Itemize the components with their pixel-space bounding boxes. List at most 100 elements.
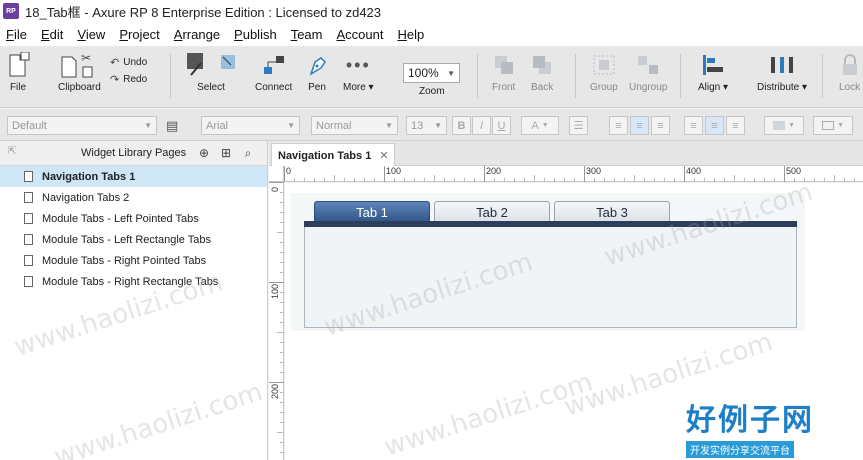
connect-button[interactable]: Connect [255,50,292,93]
font-weight-select[interactable]: Normal ▼ [311,116,398,135]
undo-button[interactable]: ↶ Undo [110,54,147,71]
align-text-center-button[interactable]: ≡ [630,116,649,135]
menu-view[interactable]: View [75,25,107,44]
tab-2[interactable]: Tab 2 [434,201,550,222]
window-title: 18_Tab框 - Axure RP 8 Enterprise Edition … [25,4,382,20]
close-icon[interactable]: ✕ [379,149,388,162]
font-size-select[interactable]: 13 ▼ [406,116,447,135]
front-button[interactable]: Front [492,50,515,93]
search-icon[interactable]: ⌕ [241,146,255,161]
more-button[interactable]: ••• More ▾ [343,50,374,94]
undo-redo-group: ↶ Undo ↷ Redo [110,54,147,88]
page-item-left-pointed-tabs[interactable]: Module Tabs - Left Pointed Tabs [0,208,267,229]
file-button[interactable]: File [6,50,30,93]
valign-bottom-button[interactable]: ≡ [726,116,745,135]
ruler-label: 0 [270,186,280,192]
add-folder-icon[interactable]: ⊞ [219,146,233,161]
ruler-ticks [269,182,284,453]
text-align-left-icon: ≡ [615,119,622,132]
toolbar-separator [680,54,681,98]
menu-team[interactable]: Team [289,25,325,44]
vertical-ruler: 0 100 200 [269,182,284,460]
select-button[interactable]: Select [185,50,237,93]
ungroup-icon [636,50,660,80]
border-color-button[interactable]: ▼ [813,116,853,135]
font-select[interactable]: Arial ▼ [201,116,300,135]
connect-icon [262,50,286,80]
menu-account[interactable]: Account [334,25,385,44]
menu-help[interactable]: Help [395,25,426,44]
text-align-center-icon: ≡ [636,119,643,132]
valign-bottom-icon: ≡ [732,119,739,132]
tab-content-panel[interactable] [304,227,797,328]
menu-edit[interactable]: Edit [39,25,65,44]
page-item-left-rectangle-tabs[interactable]: Module Tabs - Left Rectangle Tabs [0,229,267,250]
undo-icon: ↶ [110,57,120,69]
clipboard-button[interactable]: ✂ Clipboard [58,50,101,93]
page-icon [24,171,33,182]
page-icon [24,255,33,266]
align-text-left-button[interactable]: ≡ [609,116,628,135]
ruler-label: 200 [486,166,502,176]
pen-button[interactable]: Pen [307,50,327,93]
menu-arrange[interactable]: Arrange [172,25,222,44]
menu-project[interactable]: Project [117,25,161,44]
ungroup-button[interactable]: Ungroup [629,50,667,93]
menu-publish[interactable]: Publish [232,25,279,44]
align-text-right-button[interactable]: ≡ [651,116,670,135]
add-page-icon[interactable]: ⊕ [197,146,211,161]
valign-middle-button[interactable]: ≡ [705,116,724,135]
toolbar-separator [575,54,576,98]
bullet-list-button[interactable]: ☰ [569,116,588,135]
fill-color-icon [773,121,785,130]
valign-top-icon: ≡ [690,119,697,132]
collapse-icon[interactable]: ⇱ [8,146,16,157]
page-icon [24,192,33,203]
page-item-right-pointed-tabs[interactable]: Module Tabs - Right Pointed Tabs [0,250,267,271]
redo-button[interactable]: ↷ Redo [110,71,147,88]
document-tabstrip: Navigation Tabs 1 ✕ [269,141,863,167]
toolbar-separator [170,54,171,98]
chevron-down-icon: ▼ [447,68,455,78]
style-edit-icon[interactable]: ▤ [166,118,178,134]
underline-button[interactable]: U [492,116,511,135]
doc-tab-navigation-tabs-1[interactable]: Navigation Tabs 1 ✕ [271,143,395,167]
fill-color-button[interactable]: ▼ [764,116,804,135]
widget-library-panel: ⇱ Widget Library Pages ⊕ ⊞ ⌕ Navigation … [0,141,268,460]
page-item-right-rectangle-tabs[interactable]: Module Tabs - Right Rectangle Tabs [0,271,267,292]
menu-bar: File Edit View Project Arrange Publish T… [0,22,863,46]
zoom-label: Zoom [419,86,445,97]
page-item-navigation-tabs-1[interactable]: Navigation Tabs 1 [0,166,267,187]
lock-button[interactable]: Lock [839,50,860,93]
bring-front-icon [493,50,515,80]
tab-1[interactable]: Tab 1 [314,201,430,222]
ruler-label: 100 [386,166,402,176]
ruler-label: 300 [586,166,602,176]
panel-header-actions: ⊕ ⊞ ⌕ [197,146,255,161]
tab-3[interactable]: Tab 3 [554,201,670,222]
text-align-right-icon: ≡ [657,119,664,132]
distribute-button[interactable]: Distribute ▾ [757,50,807,93]
style-select[interactable]: Default ▼ [7,116,157,135]
page-icon [24,213,33,224]
horizontal-ruler: 0 100 200 300 400 500 [284,166,863,182]
page-item-navigation-tabs-2[interactable]: Navigation Tabs 2 [0,187,267,208]
ruler-label: 200 [270,383,280,399]
lock-icon [840,50,860,80]
menu-file[interactable]: File [4,25,29,44]
more-icon: ••• [345,54,371,75]
group-button[interactable]: Group [590,50,618,93]
select-icon [185,50,237,80]
chevron-down-icon: ▼ [837,122,844,129]
text-color-button[interactable]: A ▼ [521,116,559,135]
list-icon: ☰ [573,120,584,132]
zoom-select[interactable]: 100% ▼ [403,63,460,83]
svg-text:✂: ✂ [81,51,91,65]
back-button[interactable]: Back [531,50,553,93]
new-file-icon [6,50,30,80]
align-button[interactable]: Align ▾ [698,50,728,93]
chevron-down-icon: ▼ [287,121,295,130]
bold-button[interactable]: B [452,116,471,135]
italic-button[interactable]: I [472,116,491,135]
valign-top-button[interactable]: ≡ [684,116,703,135]
